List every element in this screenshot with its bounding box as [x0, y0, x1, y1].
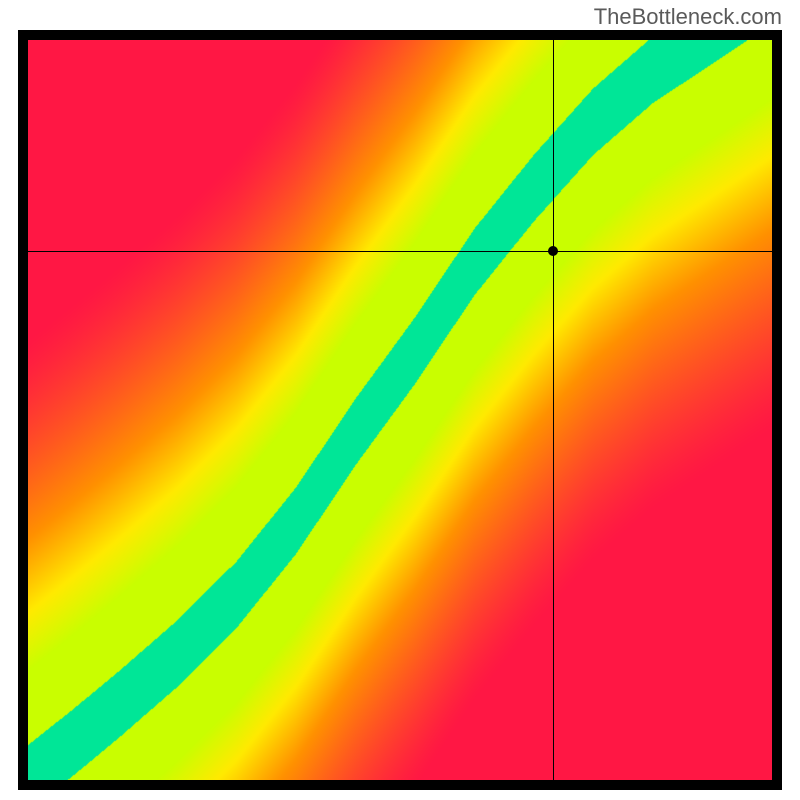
marker-dot	[548, 246, 558, 256]
crosshair-horizontal	[18, 251, 782, 252]
chart-frame	[18, 30, 782, 790]
bottleneck-heatmap	[28, 40, 772, 780]
watermark-text: TheBottleneck.com	[594, 4, 782, 30]
crosshair-vertical	[553, 30, 554, 790]
